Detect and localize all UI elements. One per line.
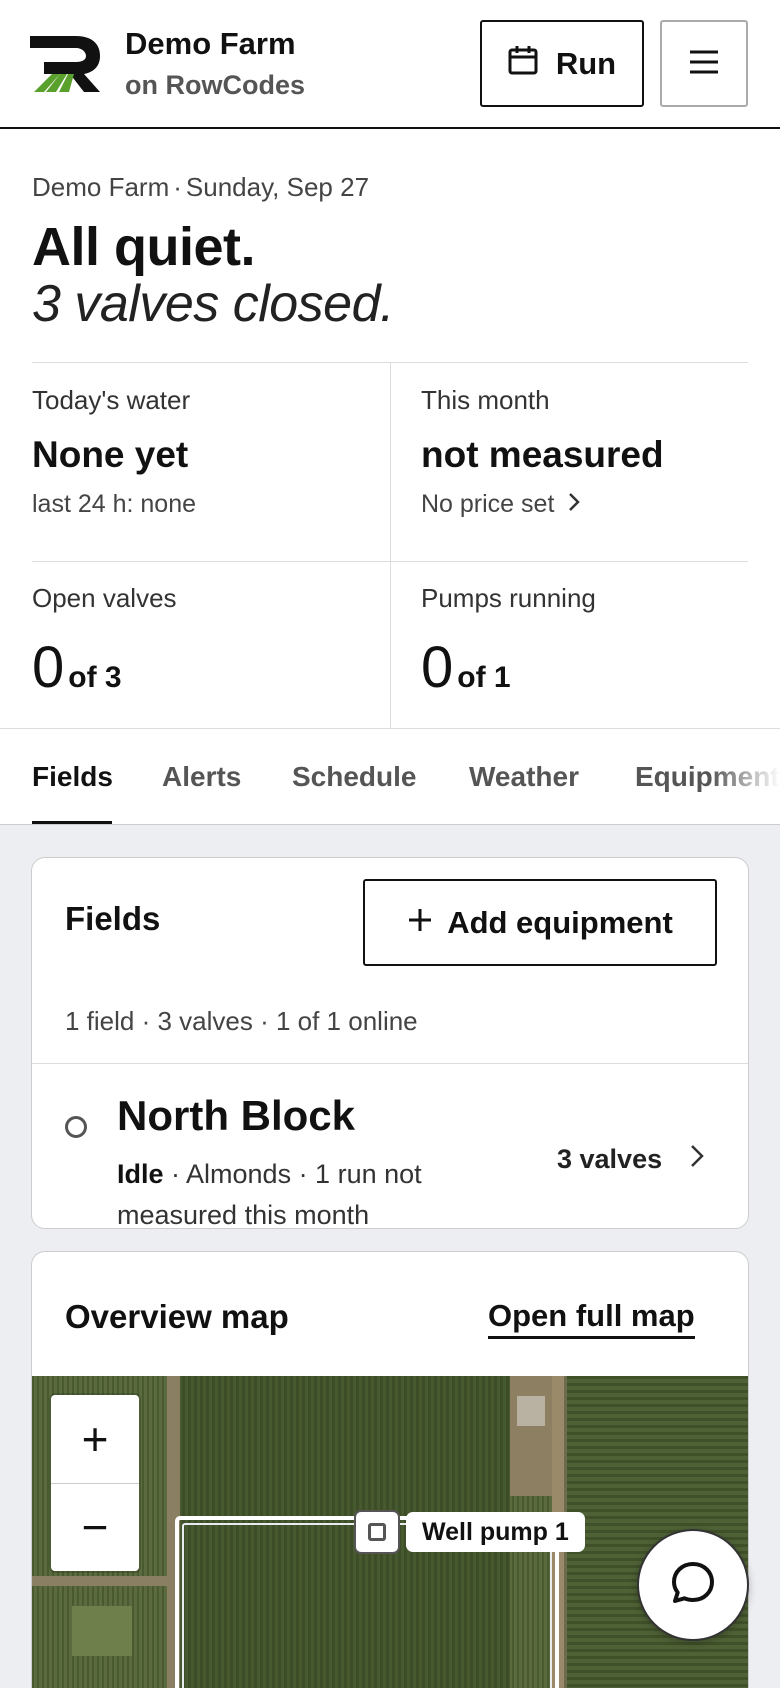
- tab-schedule[interactable]: Schedule: [292, 761, 416, 793]
- zoom-in-button[interactable]: +: [51, 1395, 139, 1483]
- stat-this-month[interactable]: This month not measured No price set: [421, 385, 664, 519]
- stat-label: Open valves: [32, 583, 177, 613]
- fields-card-title: Fields: [65, 900, 161, 937]
- tab-alerts[interactable]: Alerts: [162, 761, 241, 793]
- zoom-out-button[interactable]: −: [51, 1483, 139, 1571]
- idle-status-icon: [65, 1116, 87, 1138]
- stat-label: Today's water: [32, 385, 191, 415]
- stat-count-total: of 1: [457, 661, 511, 694]
- field-description: Idle · Almonds · 1 run not measured this…: [117, 1154, 477, 1229]
- chevron-right-icon: [568, 490, 581, 519]
- stat-sub-text: last 24 h: none: [32, 490, 197, 518]
- stat-value: None yet: [32, 434, 189, 475]
- fields-summary: 1 field · 3 valves · 1 of 1 online: [65, 1006, 418, 1036]
- valve-count-text: 3 valves: [557, 1144, 663, 1174]
- stat-count: 0 of 3: [32, 634, 177, 701]
- stat-count-total: of 3: [68, 661, 122, 694]
- field-status: Idle: [117, 1159, 164, 1189]
- stat-todays-water: Today's water None yet last 24 h: none: [32, 385, 196, 519]
- app-header: Demo Farm on RowCodes Run: [0, 0, 780, 129]
- price-link[interactable]: No price set: [421, 490, 664, 519]
- stat-sub: last 24 h: none: [32, 490, 196, 519]
- stat-pumps-running: Pumps running 0 of 1: [421, 583, 596, 701]
- stat-label: Pumps running: [421, 583, 596, 613]
- map-card-title: Overview map: [65, 1298, 289, 1335]
- tab-scroll-fade: [710, 729, 780, 824]
- hamburger-menu-icon: [688, 49, 720, 78]
- tab-fields[interactable]: Fields: [32, 761, 113, 793]
- menu-button[interactable]: [660, 20, 748, 107]
- stat-count: 0 of 1: [421, 634, 596, 701]
- stat-count-number: 0: [32, 635, 65, 700]
- chat-bubble-icon: [669, 1559, 717, 1612]
- open-full-map-link[interactable]: Open full map: [488, 1298, 695, 1339]
- stat-sub-text: No price set: [421, 490, 555, 518]
- plus-icon: [407, 905, 433, 941]
- field-name: North Block: [117, 1092, 356, 1139]
- field-row-north-block[interactable]: North Block Idle · Almonds · 1 run not m…: [32, 1064, 748, 1229]
- summary-date: Sunday, Sep 27: [185, 172, 370, 202]
- fields-card: Fields Add equipment 1 field · 3 valves …: [31, 857, 749, 1229]
- field-details: · Almonds · 1 run not measured this mont…: [117, 1159, 422, 1229]
- calendar-icon: [508, 45, 538, 83]
- meta-separator: ·: [173, 172, 182, 202]
- stat-open-valves: Open valves 0 of 3: [32, 583, 177, 701]
- farm-title: Demo Farm: [125, 26, 296, 61]
- pump-label-text: Well pump 1: [406, 1512, 585, 1552]
- chat-button[interactable]: [637, 1529, 749, 1641]
- overview-map-card: Overview map Open full map + − Well pump…: [31, 1251, 749, 1688]
- tab-bar: Fields Alerts Schedule Weather Equipment: [0, 728, 780, 825]
- tab-weather[interactable]: Weather: [469, 761, 579, 793]
- summary-subline: 3 valves closed.: [32, 275, 394, 333]
- zoom-controls: + −: [51, 1395, 139, 1571]
- grid-divider-vertical: [390, 363, 391, 729]
- stat-value: not measured: [421, 434, 664, 475]
- stats-grid: Today's water None yet last 24 h: none T…: [32, 362, 748, 729]
- pump-map-label[interactable]: Well pump 1: [354, 1510, 585, 1554]
- summary-farm: Demo Farm: [32, 172, 170, 202]
- add-equipment-label: Add equipment: [447, 904, 673, 940]
- chevron-right-icon: [690, 1144, 704, 1175]
- satellite-map[interactable]: + − Well pump 1: [32, 1376, 748, 1688]
- run-button-label: Run: [555, 45, 617, 81]
- grid-divider-horizontal: [32, 561, 748, 562]
- pump-marker-icon: [354, 1510, 400, 1554]
- brand-subtitle: on RowCodes: [125, 70, 305, 100]
- summary-meta: Demo Farm · Sunday, Sep 27: [32, 172, 369, 203]
- stat-label: This month: [421, 385, 550, 415]
- rowcodes-logo-icon[interactable]: [30, 32, 106, 96]
- summary-headline: All quiet.: [32, 217, 256, 277]
- stat-count-number: 0: [421, 635, 454, 700]
- run-button[interactable]: Run: [480, 20, 644, 107]
- field-valve-count: 3 valves: [557, 1144, 704, 1175]
- add-equipment-button[interactable]: Add equipment: [363, 879, 717, 966]
